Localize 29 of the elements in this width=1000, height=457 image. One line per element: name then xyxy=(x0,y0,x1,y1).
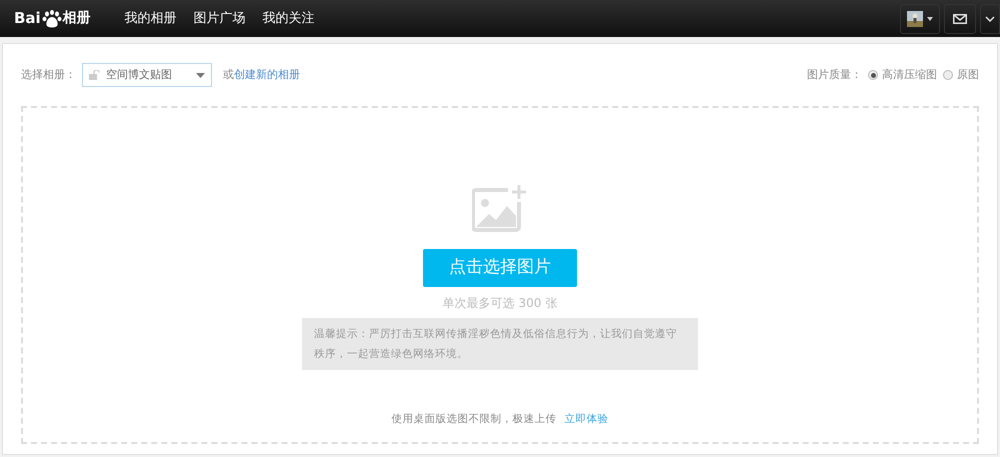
nav-link[interactable]: 图片广场 xyxy=(194,8,246,28)
nav-link[interactable]: 我的关注 xyxy=(262,8,315,28)
chevron-down-icon xyxy=(985,16,995,22)
nav-link[interactable]: 我的相册 xyxy=(124,8,177,28)
add-image-icon xyxy=(472,184,528,232)
desktop-hint: 使用桌面版选图不限制，极速上传 xyxy=(392,412,556,428)
paw-logo-icon xyxy=(42,10,62,28)
more-button[interactable] xyxy=(980,4,1000,34)
mail-button[interactable] xyxy=(944,4,976,34)
unlock-icon xyxy=(89,70,100,80)
caret-icon xyxy=(196,72,205,78)
radio-button[interactable] xyxy=(868,70,878,80)
logo-text: Bai xyxy=(14,8,41,30)
radio-button[interactable] xyxy=(943,70,953,80)
mail-icon xyxy=(953,14,967,24)
select-images-button[interactable]: 点击选择图片 xyxy=(423,249,577,287)
quality-radio[interactable]: 高清压缩图 xyxy=(868,66,937,84)
notice-text: 温馨提示：严厉打击互联网传播淫秽色情及低俗信息行为，让我们自觉遵守秩序，一起营造绿色网络环境。 xyxy=(302,318,698,370)
or-text: 或 xyxy=(223,66,234,83)
quality-radio[interactable]: 原图 xyxy=(943,66,979,84)
create-album-link[interactable]: 创建新的相册 xyxy=(234,66,300,84)
album-select[interactable]: 空间博文贴图 xyxy=(82,63,212,87)
avatar-menu-button[interactable] xyxy=(900,4,940,34)
quality-label: 图片质量： xyxy=(807,66,862,83)
logo-text: 相册 xyxy=(62,9,91,28)
try-now-link[interactable]: 立即体验 xyxy=(564,412,608,428)
album-label: 选择相册： xyxy=(21,66,76,83)
limit-text: 单次最多可选 300 张 xyxy=(442,295,558,312)
caret-icon xyxy=(927,16,933,20)
